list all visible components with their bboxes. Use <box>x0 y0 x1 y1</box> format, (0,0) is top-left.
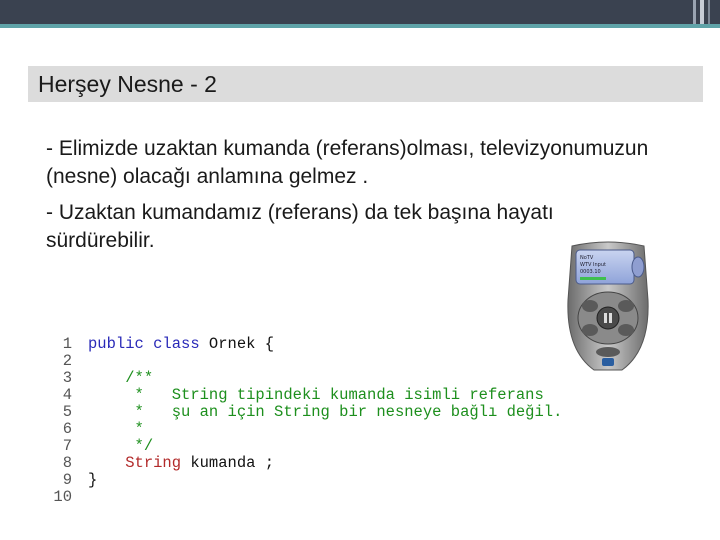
line-number: 10 <box>53 488 72 506</box>
code-comment: * String tipindeki kumanda isimli refera… <box>134 386 544 404</box>
code-text: kumanda ; <box>181 454 275 472</box>
top-accent-line <box>0 24 720 28</box>
line-number: 9 <box>62 471 72 489</box>
code-line: 10 <box>48 489 638 506</box>
line-number: 1 <box>62 335 72 353</box>
line-number: 2 <box>62 352 72 370</box>
code-comment: */ <box>134 437 154 455</box>
code-line: 7 */ <box>48 438 638 455</box>
code-comment: /** <box>125 369 154 387</box>
code-line: 1 public class Ornek { <box>48 336 638 353</box>
code-line: 8 String kumanda ; <box>48 455 638 472</box>
line-number: 5 <box>62 403 72 421</box>
code-text: Ornek { <box>199 335 275 353</box>
code-keyword: public class <box>88 335 200 353</box>
code-block: 1 public class Ornek { 2 3 /** 4 * String… <box>48 336 638 506</box>
line-number: 8 <box>62 454 72 472</box>
code-line: 6 * <box>48 421 638 438</box>
top-bar <box>0 0 720 24</box>
code-line: 4 * String tipindeki kumanda isimli refe… <box>48 387 638 404</box>
line-number: 6 <box>62 420 72 438</box>
remote-screen-text: WTV Input <box>580 262 606 268</box>
code-line: 2 <box>48 353 638 370</box>
bullet-item: - Elimizde uzaktan kumanda (referans)olm… <box>46 137 649 188</box>
code-type: String <box>125 454 182 472</box>
title-band: Herşey Nesne - 2 <box>28 66 703 102</box>
code-comment: * şu an için String bir nesneye bağlı de… <box>134 403 563 421</box>
code-text: } <box>88 471 98 489</box>
decorative-stripes <box>693 0 710 24</box>
code-line: 3 /** <box>48 370 638 387</box>
line-number: 3 <box>62 369 72 387</box>
line-number: 7 <box>62 437 72 455</box>
remote-screen-text: NoTV <box>580 255 594 261</box>
code-comment: * <box>134 420 144 438</box>
code-line: 5 * şu an için String bir nesneye bağlı … <box>48 404 638 421</box>
remote-screen-text: 0003.10 <box>580 269 601 275</box>
line-number: 4 <box>62 386 72 404</box>
code-line: 9} <box>48 472 638 489</box>
slide-title: Herşey Nesne - 2 <box>38 71 217 97</box>
